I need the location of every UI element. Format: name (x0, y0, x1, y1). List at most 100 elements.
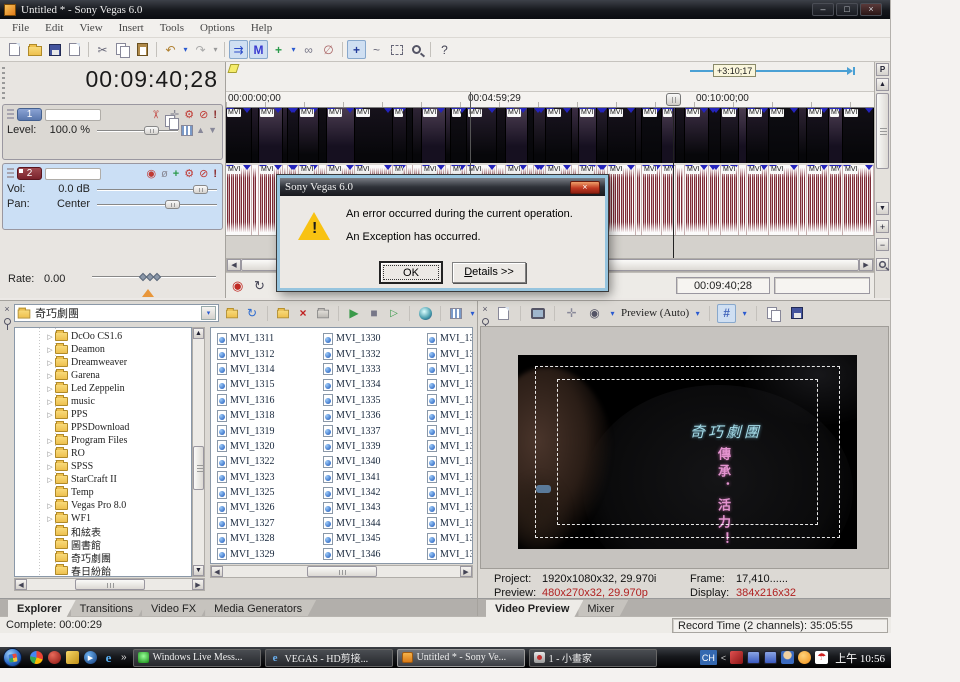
timeline-video-clip[interactable]: MVI (608, 108, 636, 163)
up-one-level-button[interactable] (224, 305, 240, 322)
cut-button[interactable]: ✂ (93, 40, 112, 59)
file-item[interactable]: MVI_1326 (217, 500, 319, 515)
pan-value[interactable]: Center (44, 198, 94, 210)
chrome-icon[interactable] (30, 651, 43, 664)
tab-explorer[interactable]: Explorer (8, 600, 76, 617)
file-item[interactable]: MVI_1341 (323, 470, 425, 485)
pin-panel-icon[interactable] (4, 318, 11, 325)
close-panel-icon[interactable]: × (4, 304, 9, 314)
start-preview-button[interactable]: ▶ (346, 305, 362, 322)
timeline-audio-clip[interactable]: MVI (608, 165, 636, 235)
menu-help[interactable]: Help (243, 22, 280, 34)
snap-dropdown[interactable]: ▾ (289, 45, 298, 54)
properties-button[interactable] (65, 40, 84, 59)
file-item[interactable]: MVI_1329 (217, 546, 319, 561)
file-item[interactable]: MVI_1312 (217, 346, 319, 361)
timeline-video-clip[interactable] (534, 108, 546, 163)
pane-grip[interactable] (2, 67, 5, 101)
file-list[interactable]: MVI_1311MVI_1312MVI_1314MVI_1315MVI_1316… (210, 327, 473, 564)
preview-quality-dropdown-arrow[interactable]: ▾ (693, 309, 702, 318)
track-fx-gear-icon[interactable]: ⚙ (184, 108, 194, 121)
paste-button[interactable] (133, 40, 152, 59)
file-item[interactable]: MVI_135 (427, 439, 473, 454)
scrollbar-thumb[interactable] (193, 446, 204, 490)
undo-dropdown[interactable]: ▾ (181, 45, 190, 54)
group-button[interactable]: ∞ (299, 40, 318, 59)
file-list-horizontal-scrollbar[interactable]: ◀ ▶ (210, 565, 473, 578)
lock-envelopes-button[interactable]: M (249, 40, 268, 59)
menu-tools[interactable]: Tools (152, 22, 192, 34)
timeline-video-clip[interactable] (709, 108, 721, 163)
file-item[interactable]: MVI_1342 (323, 485, 425, 500)
scroll-up-button[interactable]: ▲ (193, 328, 204, 339)
timeline-audio-clip[interactable]: MVI (807, 165, 829, 235)
timeline-video-clip[interactable]: MVI (747, 108, 769, 163)
timeline-video-clip[interactable]: MVI (642, 108, 662, 163)
file-item[interactable]: MVI_135 (427, 485, 473, 500)
tab-media-generators[interactable]: Media Generators (205, 600, 316, 617)
menu-view[interactable]: View (71, 22, 110, 34)
track-name-field[interactable] (45, 109, 101, 121)
selection-tool-button[interactable] (387, 40, 406, 59)
address-combobox[interactable]: 奇巧劇團 ▾ (14, 304, 219, 322)
tree-item[interactable]: ▷SPSS (15, 460, 191, 473)
undo-button[interactable]: ↶ (161, 40, 180, 59)
file-item[interactable]: MVI_1332 (323, 346, 425, 361)
ungroup-button[interactable]: ∅ (319, 40, 338, 59)
timeline-video-clip[interactable] (572, 108, 579, 163)
scrollbar-thumb[interactable] (307, 566, 377, 577)
file-item[interactable]: MVI_136 (427, 500, 473, 515)
tree-expander-icon[interactable]: ▷ (45, 346, 55, 354)
file-item[interactable]: MVI_1344 (323, 516, 425, 531)
file-item[interactable]: MVI_1339 (323, 439, 425, 454)
arm-record-icon[interactable]: ◉ (146, 167, 156, 180)
timeline-video-clip[interactable]: MVI (685, 108, 709, 163)
file-item[interactable]: MVI_1336 (323, 408, 425, 423)
file-item[interactable]: MVI_1316 (217, 393, 319, 408)
tree-item[interactable]: ▷Vegas Pro 8.0 (15, 499, 191, 512)
scrollbar-thumb[interactable] (876, 93, 889, 169)
timeline-audio-clip[interactable] (252, 165, 259, 235)
overlays-grid-button[interactable]: # (717, 304, 736, 323)
timeline-vertical-scrollbar[interactable]: P ▲ ▼ + − (874, 62, 890, 298)
tree-expander-icon[interactable]: ▷ (45, 359, 55, 367)
scroll-left-button[interactable]: ◀ (15, 579, 27, 590)
preview-quality-label[interactable]: Preview (Auto) (621, 307, 689, 319)
close-button[interactable]: × (860, 3, 882, 16)
track-grip[interactable] (7, 109, 14, 120)
timeline-video-clip[interactable]: MVI (579, 108, 597, 163)
delete-button[interactable]: × (295, 305, 311, 322)
new-folder-button[interactable] (275, 305, 291, 322)
stop-preview-button[interactable]: ■ (366, 305, 382, 322)
open-button[interactable] (25, 40, 44, 59)
playhead-handle[interactable] (666, 93, 681, 106)
tree-expander-icon[interactable]: ▷ (45, 411, 55, 419)
video-output-fx-button[interactable]: ✛ (562, 304, 581, 323)
track-name-field[interactable] (45, 168, 101, 180)
scroll-right-button[interactable]: ▶ (460, 566, 472, 577)
file-item[interactable]: MVI_135 (427, 423, 473, 438)
track-number-badge[interactable]: 1 (17, 108, 42, 121)
tree-item[interactable]: 和絃表 (15, 525, 191, 538)
file-item[interactable]: MVI_134 (427, 331, 473, 346)
tab-video-fx[interactable]: Video FX (142, 600, 210, 617)
views-dropdown[interactable]: ▾ (468, 309, 477, 318)
time-ruler[interactable]: 00:00:00;0000:04:59;2900:10:00;00 (226, 92, 874, 108)
dialog-close-button[interactable]: × (570, 181, 600, 194)
zoom-in-track-button[interactable]: + (876, 220, 889, 233)
envelope-tool-button[interactable]: ~ (367, 40, 386, 59)
folder-tree[interactable]: ▷DcOo CS1.6▷Deamon▷Dreamweaver▷Garena▷Le… (14, 327, 192, 577)
timeline-video-clip[interactable]: MVI (226, 108, 252, 163)
tab-transitions[interactable]: Transitions (71, 600, 147, 617)
file-item[interactable]: MVI_1330 (323, 331, 425, 346)
rate-value[interactable]: 0.00 (44, 273, 65, 285)
tree-expander-icon[interactable]: ▷ (45, 502, 55, 510)
timeline-audio-clip[interactable]: MVI (843, 165, 874, 235)
tree-horizontal-scrollbar[interactable]: ◀ ▶ (14, 578, 205, 591)
snap-button[interactable]: + (269, 40, 288, 59)
auto-preview-button[interactable]: ▷ (386, 305, 402, 322)
file-item[interactable]: MVI_135 (427, 454, 473, 469)
timeline-audio-clip[interactable]: MVI (685, 165, 709, 235)
timeline-audio-clip[interactable]: MVI (642, 165, 662, 235)
file-item[interactable]: MVI_1346 (323, 546, 425, 561)
